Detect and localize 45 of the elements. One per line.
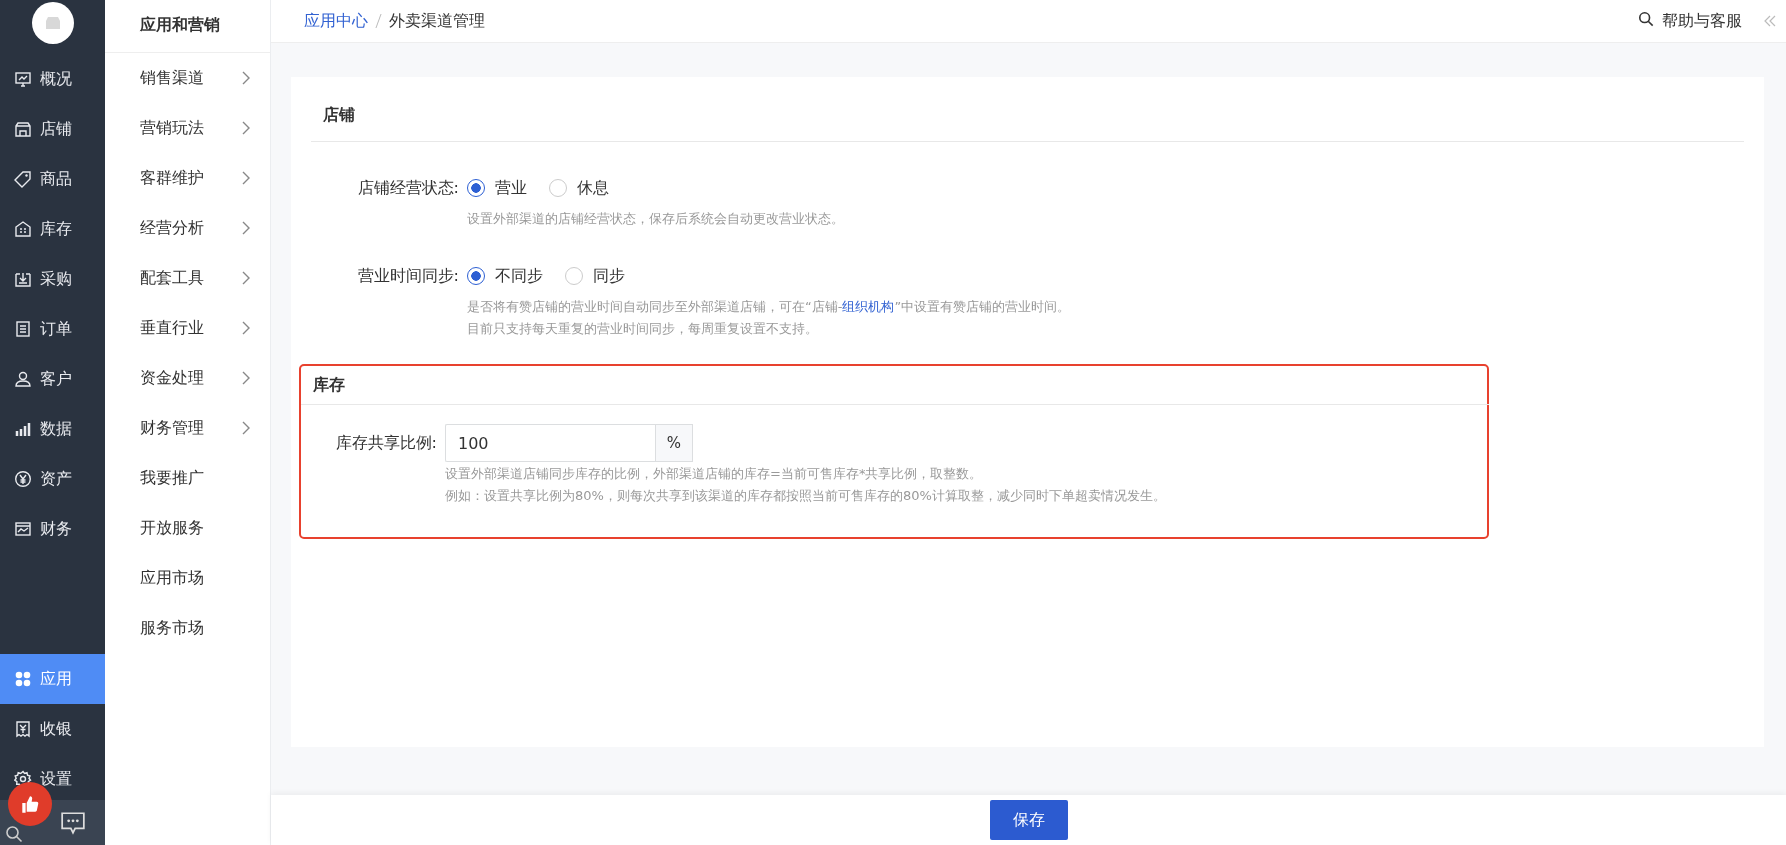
nav-item[interactable]: 收银 <box>0 704 105 754</box>
nav-item[interactable]: 数据 <box>0 404 105 454</box>
input-suffix: % <box>655 424 693 462</box>
breadcrumb-link[interactable]: 应用中心 <box>304 10 368 32</box>
radio-option[interactable]: 休息 <box>549 177 609 199</box>
submenu-item[interactable]: 经营分析 <box>105 203 270 253</box>
radio-option[interactable]: 营业 <box>467 177 527 199</box>
radio-option[interactable]: 不同步 <box>467 265 543 287</box>
nav-item[interactable]: 库存 <box>0 204 105 254</box>
section-title: 店铺 <box>311 85 1744 142</box>
field-label: 营业时间同步: <box>356 265 460 287</box>
submenu-item[interactable]: 财务管理 <box>105 403 270 453</box>
nav-item[interactable]: 财务 <box>0 504 105 554</box>
section-title: 库存 <box>301 366 1489 405</box>
submenu-item[interactable]: 开放服务 <box>105 503 270 553</box>
input-field[interactable]: 100 <box>445 424 655 462</box>
nav-item[interactable]: 资产 <box>0 454 105 504</box>
submenu-item[interactable]: 应用市场 <box>105 553 270 603</box>
submenu-item[interactable]: 营销玩法 <box>105 103 270 153</box>
help-link[interactable]: 帮助与客服 <box>1662 10 1742 32</box>
hint-text: 设置外部渠道店铺同步库存的比例，外部渠道店铺的库存=当前可售库存*共享比例，取整数。 <box>445 465 984 483</box>
submenu-item[interactable]: 配套工具 <box>105 253 270 303</box>
nav-item[interactable]: 订单 <box>0 304 105 354</box>
hint-text: 例如：设置共享比例为80%，则每次共享到该渠道的库存都按照当前可售库存的80%计算取整，减少同时下单超卖情况发生。 <box>445 487 1167 505</box>
field-label: 店铺经营状态: <box>356 177 460 199</box>
submenu-item[interactable]: 垂直行业 <box>105 303 270 353</box>
nav-item[interactable]: 采购 <box>0 254 105 304</box>
submenu-item[interactable]: 客群维护 <box>105 153 270 203</box>
org-link[interactable]: 组织机构 <box>842 299 895 314</box>
submenu-item[interactable]: 服务市场 <box>105 603 270 653</box>
submenu-title: 应用和营销 <box>105 0 270 53</box>
radio-option[interactable]: 同步 <box>565 265 625 287</box>
nav-item[interactable]: 商品 <box>0 154 105 204</box>
nav-item[interactable]: 店铺 <box>0 104 105 154</box>
submenu-item[interactable]: 我要推广 <box>105 453 270 503</box>
field-label: 库存共享比例: <box>334 432 438 454</box>
hint-text: 目前只支持每天重复的营业时间同步，每周重复设置不支持。 <box>467 320 819 338</box>
nav-item[interactable]: 客户 <box>0 354 105 404</box>
submenu-item[interactable]: 销售渠道 <box>105 53 270 103</box>
breadcrumb-current: 外卖渠道管理 <box>389 10 485 32</box>
nav-item[interactable]: 概况 <box>0 54 105 104</box>
save-button[interactable]: 保存 <box>989 800 1068 840</box>
hint-text: 设置外部渠道的店铺经营状态，保存后系统会自动更改营业状态。 <box>467 210 845 228</box>
hint-text: 是否将有赞店铺的营业时间自动同步至外部渠道店铺，可在“店铺-组织机构”中设置有赞店铺的营业时间。 <box>467 298 1072 316</box>
submenu-item[interactable]: 资金处理 <box>105 353 270 403</box>
